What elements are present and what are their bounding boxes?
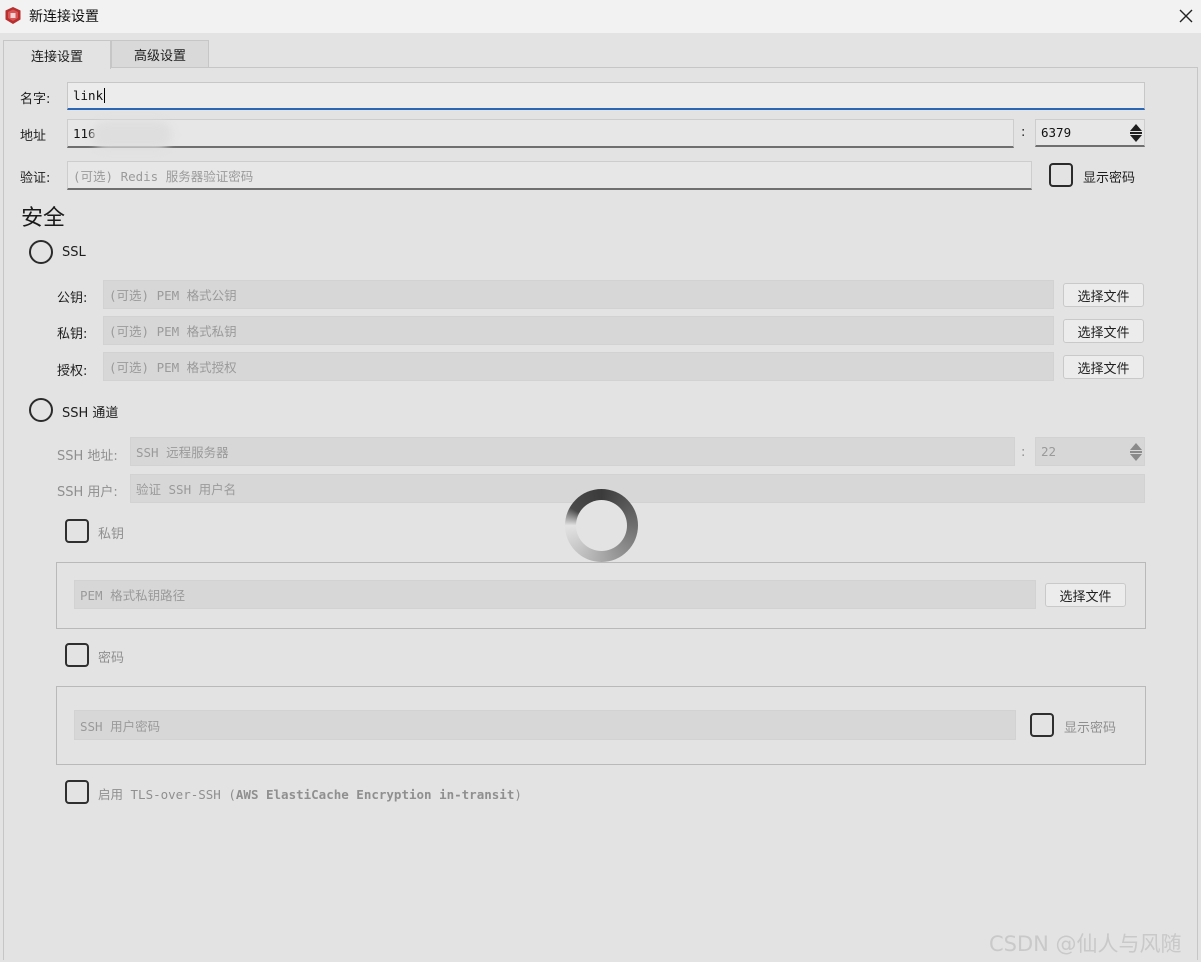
redaction-blur	[92, 121, 172, 149]
ssh-address-input[interactable]: SSH 远程服务器	[130, 437, 1015, 466]
auth-placeholder: (可选) Redis 服务器验证密码	[73, 168, 254, 184]
ssh-port-spin-buttons[interactable]	[1128, 441, 1144, 463]
redis-app-icon	[4, 6, 22, 25]
title-bar: 新连接设置	[0, 0, 1201, 33]
ssh-show-password-checkbox[interactable]	[1030, 713, 1054, 737]
ssh-private-key-checkbox[interactable]	[65, 519, 89, 543]
ssl-public-key-choose-file-button[interactable]: 选择文件	[1063, 283, 1144, 307]
name-input[interactable]: link	[67, 82, 1145, 110]
ssh-address-label: SSH 地址:	[57, 449, 118, 464]
ssl-private-key-placeholder: (可选) PEM 格式私钥	[109, 324, 237, 339]
ssl-authority-choose-file-button[interactable]: 选择文件	[1063, 355, 1144, 379]
ssh-private-key-label: 私钥	[98, 527, 125, 542]
ssh-user-label: SSH 用户:	[57, 485, 118, 500]
ssh-port-separator: :	[1021, 445, 1026, 460]
tab-advanced-settings[interactable]: 高级设置	[111, 40, 209, 67]
tls-over-ssh-checkbox[interactable]	[65, 780, 89, 804]
tls-over-ssh-bold: AWS ElastiCache Encryption in-transit	[235, 787, 515, 802]
ssh-port-spinbox[interactable]: 22	[1035, 437, 1145, 466]
ssh-password-label: 密码	[98, 651, 125, 666]
ssh-port-value: 22	[1041, 444, 1057, 459]
ssh-password-input[interactable]: SSH 用户密码	[74, 710, 1016, 740]
ssl-private-key-choose-file-button[interactable]: 选择文件	[1063, 319, 1144, 343]
port-value: 6379	[1041, 125, 1072, 140]
port-separator: :	[1021, 125, 1026, 140]
tls-over-ssh-label: 启用 TLS-over-SSH (AWS ElastiCache Encrypt…	[98, 784, 522, 803]
auth-password-input[interactable]: (可选) Redis 服务器验证密码	[67, 161, 1032, 190]
ssl-private-key-label: 私钥:	[57, 327, 88, 342]
ssl-public-key-label: 公钥:	[57, 291, 88, 306]
close-icon	[1179, 9, 1193, 23]
spinner-hole	[576, 500, 627, 551]
spin-arrows-icon	[1130, 442, 1142, 461]
window-title: 新连接设置	[29, 9, 99, 25]
show-password-label: 显示密码	[1083, 171, 1136, 186]
ssh-user-input[interactable]: 验证 SSH 用户名	[130, 474, 1145, 503]
ssl-private-key-input[interactable]: (可选) PEM 格式私钥	[103, 316, 1054, 345]
close-button[interactable]	[1172, 3, 1200, 29]
name-label: 名字:	[20, 92, 51, 107]
tab-connection-settings[interactable]: 连接设置	[3, 40, 111, 69]
ssh-private-key-path-placeholder: PEM 格式私钥路径	[80, 588, 186, 603]
loading-spinner-icon	[565, 489, 638, 562]
ssh-private-key-choose-file-button[interactable]: 选择文件	[1045, 583, 1126, 607]
name-value: link	[73, 88, 104, 103]
ssh-show-password-label: 显示密码	[1064, 721, 1117, 736]
ssl-authority-placeholder: (可选) PEM 格式授权	[109, 360, 237, 375]
ssl-authority-input[interactable]: (可选) PEM 格式授权	[103, 352, 1054, 381]
ssh-user-placeholder: 验证 SSH 用户名	[136, 482, 237, 497]
auth-label: 验证:	[20, 171, 51, 186]
address-input[interactable]: 116	[67, 119, 1014, 148]
ssl-public-key-placeholder: (可选) PEM 格式公钥	[109, 288, 237, 303]
ssh-private-key-path-input[interactable]: PEM 格式私钥路径	[74, 580, 1036, 609]
ssh-password-checkbox[interactable]	[65, 643, 89, 667]
spin-arrows-icon	[1130, 123, 1142, 142]
watermark: CSDN @仙人与风随	[989, 932, 1182, 956]
ssl-public-key-input[interactable]: (可选) PEM 格式公钥	[103, 280, 1054, 309]
ssh-tunnel-label: SSH 通道	[62, 406, 119, 421]
ssh-tunnel-radio[interactable]	[29, 398, 53, 422]
tls-over-ssh-suffix: )	[514, 787, 522, 802]
text-caret	[104, 88, 106, 103]
show-password-checkbox[interactable]	[1049, 163, 1073, 187]
ssh-address-placeholder: SSH 远程服务器	[136, 445, 229, 460]
port-spin-buttons[interactable]	[1128, 122, 1144, 144]
port-spinbox[interactable]: 6379	[1035, 119, 1145, 147]
ssh-password-placeholder: SSH 用户密码	[80, 718, 161, 734]
ssl-authority-label: 授权:	[57, 364, 88, 379]
address-label: 地址	[20, 129, 47, 144]
tls-over-ssh-prefix: 启用 TLS-over-SSH (	[98, 787, 236, 802]
ssl-label: SSL	[62, 245, 86, 260]
ssl-radio[interactable]	[29, 240, 53, 264]
security-heading: 安全	[21, 206, 66, 231]
